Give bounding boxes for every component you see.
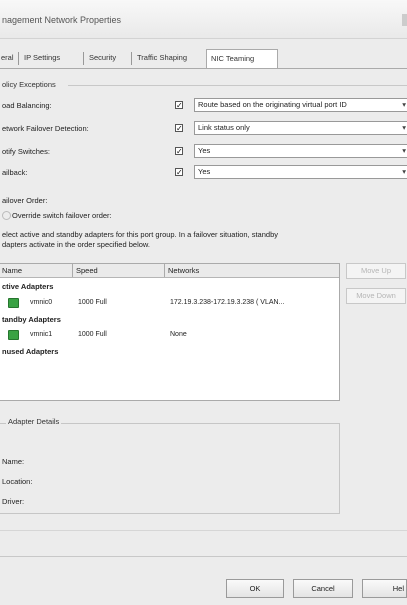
chevron-down-icon: ▾ [402,123,406,132]
failback-override-checkbox[interactable]: ✓ [175,168,183,177]
column-divider [164,264,165,277]
column-speed-header[interactable]: Speed [76,266,98,275]
adapter-details-label: Adapter Details [6,417,62,426]
notify-switches-override-checkbox[interactable]: ✓ [175,147,183,156]
network-failover-detection-label: etwork Failover Detection: [2,124,89,133]
load-balancing-value: Route based on the originating virtual p… [198,100,347,109]
failback-value: Yes [198,167,211,176]
chevron-down-icon: ▾ [402,146,406,155]
detail-driver-label: Driver: [2,497,25,506]
detail-location-label: Location: [2,477,33,486]
adapter-name: vmnic0 [30,299,53,306]
failback-select[interactable]: Yes ▾ [194,165,407,179]
failover-detection-select[interactable]: Link status only ▾ [194,121,407,135]
move-up-button[interactable]: Move Up [346,263,406,279]
chevron-down-icon: ▾ [402,167,406,176]
column-name-header[interactable]: Name [2,266,22,275]
help-button[interactable]: Hel [362,579,407,598]
network-adapter-icon [8,298,19,308]
column-networks-header[interactable]: Networks [168,266,199,275]
panel-bottom-divider [0,530,407,531]
policy-exceptions-label: olicy Exceptions [2,80,56,89]
tab-separator [83,52,84,65]
standby-adapters-section: tandby Adapters [2,315,61,324]
load-balancing-override-checkbox[interactable]: ✓ [175,101,183,110]
load-balancing-label: oad Balancing: [2,101,52,110]
load-balancing-select[interactable]: Route based on the originating virtual p… [194,98,407,112]
adapter-speed: 1000 Full [78,331,107,338]
notify-switches-value: Yes [198,146,211,155]
tab-separator [18,52,19,65]
adapter-name: vmnic1 [30,331,53,338]
tab-nic-teaming[interactable]: NIC Teaming [206,49,278,69]
notify-switches-select[interactable]: Yes ▾ [194,144,407,158]
adapters-table[interactable]: Name Speed Networks ctive Adapters vmnic… [0,263,340,401]
adapter-networks: 172.19.3.238-172.19.3.238 ( VLAN... [170,299,285,306]
active-adapters-section: ctive Adapters [2,282,54,291]
tab-separator [131,52,132,65]
footer-divider [0,556,407,557]
chevron-down-icon: ▾ [402,100,406,109]
failover-description-line1: elect active and standby adapters for th… [2,230,278,239]
tab-general[interactable]: eral [0,49,18,67]
tab-panel-border [0,68,407,69]
column-divider [72,264,73,277]
table-header: Name Speed Networks [0,264,339,278]
override-failover-label: Override switch failover order: [12,211,112,220]
adapter-networks: None [170,331,187,338]
move-down-button[interactable]: Move Down [346,288,406,304]
failback-label: ailback: [2,168,28,177]
unused-adapters-section: nused Adapters [2,347,59,356]
network-adapter-icon [8,330,19,340]
tab-security[interactable]: Security [85,49,120,67]
title-bar: nagement Network Properties [0,0,407,39]
adapter-speed: 1000 Full [78,299,107,306]
window-edge [402,14,407,26]
cancel-button[interactable]: Cancel [293,579,353,598]
tab-bar: eral IP Settings Security Traffic Shapin… [0,49,407,69]
override-failover-checkbox[interactable] [2,211,11,220]
failover-detection-override-checkbox[interactable]: ✓ [175,124,183,133]
failover-detection-value: Link status only [198,123,250,132]
detail-name-label: Name: [2,457,25,466]
window-title: nagement Network Properties [2,15,122,25]
group-divider [68,85,407,86]
notify-switches-label: otify Switches: [2,147,50,156]
tab-ip-settings[interactable]: IP Settings [20,49,64,67]
tab-traffic-shaping[interactable]: Traffic Shaping [133,49,191,67]
failover-order-label: ailover Order: [2,196,48,205]
failover-description-line2: dapters activate in the order specified … [2,240,151,249]
adapter-details-group [0,423,340,514]
ok-button[interactable]: OK [226,579,284,598]
